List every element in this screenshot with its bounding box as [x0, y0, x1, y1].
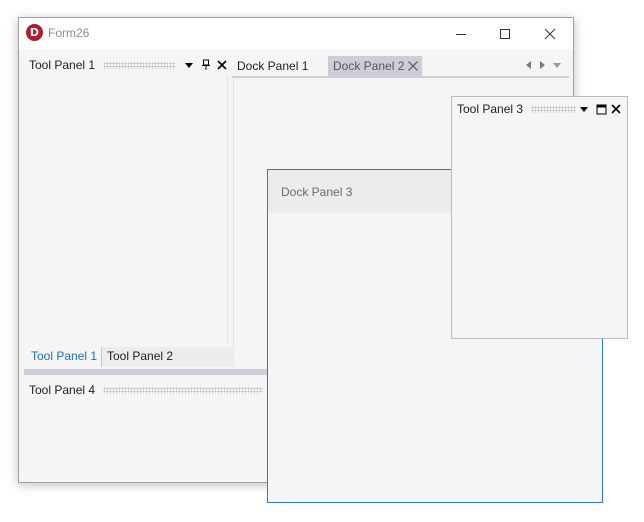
tool-panel-4-title: Tool Panel 4 — [29, 383, 96, 397]
app-logo-icon: D — [26, 24, 43, 41]
dropdown-icon — [580, 107, 588, 112]
drag-grip[interactable] — [103, 61, 176, 69]
document-tab-strip: Dock Panel 1 Dock Panel 2 — [232, 56, 569, 78]
panel-dropdown-button[interactable] — [576, 100, 592, 118]
tool-panel-3-caption[interactable]: Tool Panel 3 — [452, 98, 627, 120]
scroll-left-button[interactable] — [525, 60, 533, 72]
tab-close-button[interactable] — [407, 60, 419, 72]
tab-tool-panel-1[interactable]: Tool Panel 1 — [24, 347, 101, 367]
floating-tool-panel-3[interactable]: Tool Panel 3 — [451, 96, 628, 339]
drag-grip[interactable] — [531, 105, 577, 113]
maximize-icon — [596, 104, 606, 114]
tool-panel-3-title: Tool Panel 3 — [457, 102, 524, 116]
tool-panel-tab-strip: Tool Panel 1 Tool Panel 2 — [24, 347, 234, 367]
dock-panel-3-title: Dock Panel 3 — [281, 185, 353, 199]
panel-close-button[interactable] — [608, 100, 624, 118]
drag-grip[interactable] — [103, 386, 264, 394]
close-icon — [408, 61, 418, 71]
panel-dropdown-button[interactable] — [181, 56, 197, 74]
tab-divider — [101, 347, 102, 367]
scroll-right-icon — [540, 61, 545, 69]
pin-icon — [202, 59, 210, 70]
close-icon — [544, 28, 556, 39]
maximize-icon — [500, 28, 510, 39]
tool-panel-1-caption[interactable]: Tool Panel 1 — [24, 54, 234, 76]
panel-maximize-button[interactable] — [593, 100, 609, 118]
tool-panel-4-caption[interactable]: Tool Panel 4 — [24, 379, 274, 401]
dropdown-icon — [185, 63, 193, 68]
tab-tool-panel-2[interactable]: Tool Panel 2 — [107, 347, 197, 367]
tab-dock-panel-1[interactable]: Dock Panel 1 — [232, 56, 324, 76]
panel-pin-button[interactable] — [198, 56, 214, 74]
title-bar[interactable]: D Form26 — [19, 18, 573, 49]
tool-panel-1-content — [24, 75, 228, 343]
scroll-left-icon — [526, 61, 531, 69]
minimize-icon — [456, 33, 466, 35]
close-button[interactable] — [527, 18, 573, 49]
window-title: Form26 — [48, 26, 90, 40]
tab-list-button[interactable] — [552, 60, 562, 72]
tab-dock-panel-2-label: Dock Panel 2 — [333, 59, 405, 73]
horizontal-splitter[interactable] — [24, 369, 269, 375]
close-icon — [217, 60, 227, 70]
tab-list-icon — [553, 63, 561, 68]
maximize-button[interactable] — [482, 18, 528, 49]
minimize-button[interactable] — [438, 18, 484, 49]
scroll-right-button[interactable] — [538, 60, 546, 72]
tool-panel-1-title: Tool Panel 1 — [29, 58, 96, 72]
close-icon — [611, 104, 621, 114]
panel-close-button[interactable] — [214, 56, 230, 74]
